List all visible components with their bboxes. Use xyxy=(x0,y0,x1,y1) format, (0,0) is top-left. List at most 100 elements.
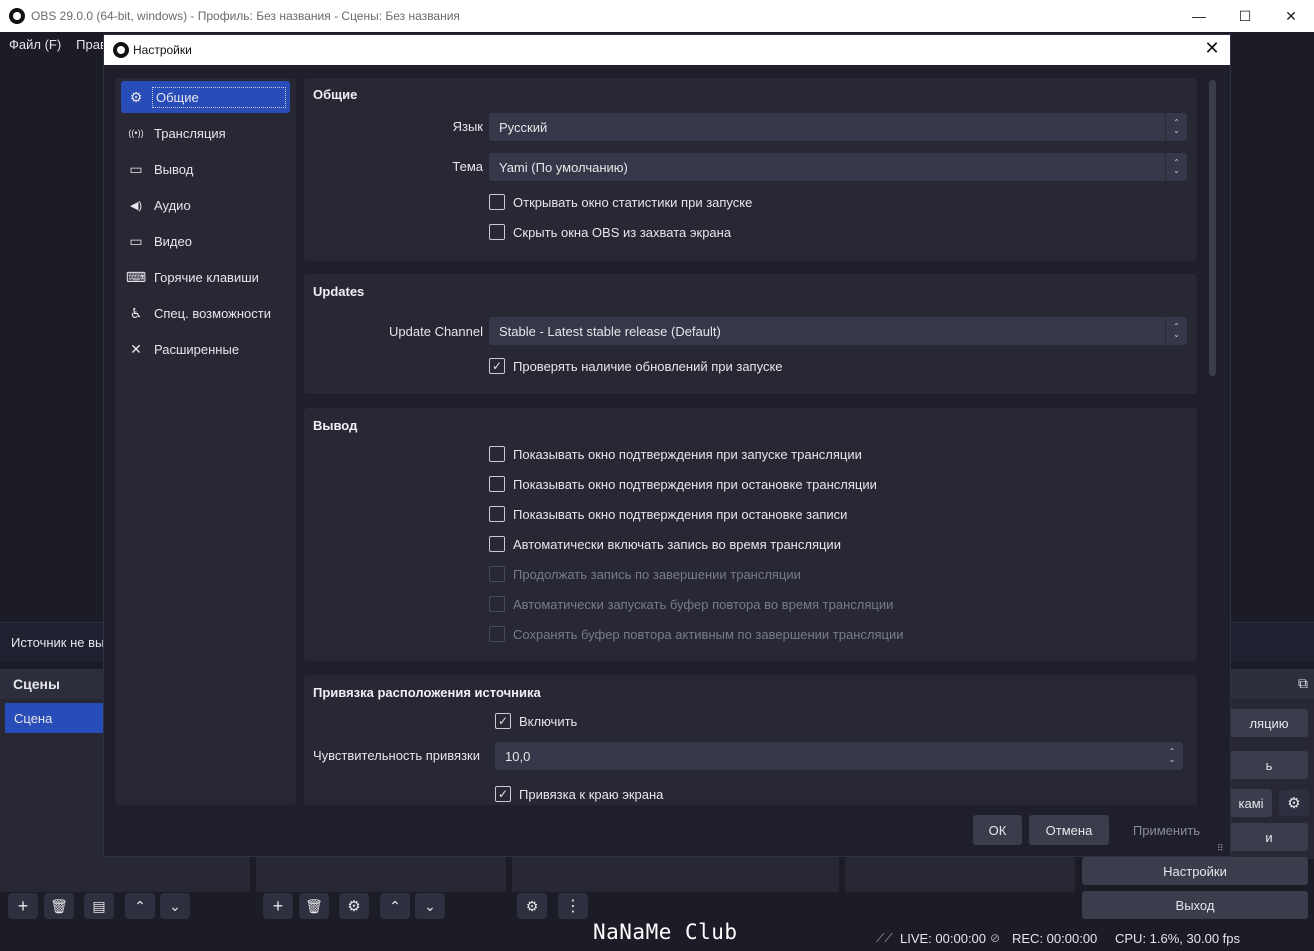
sidebar-item-video[interactable]: ▭ Видео xyxy=(121,225,290,257)
enable-snapping-checkbox[interactable]: ✓ Включить xyxy=(495,713,577,729)
dock-popout-icon[interactable]: ⧉ xyxy=(1298,675,1308,692)
exit-button[interactable]: Выход xyxy=(1082,891,1308,919)
sidebar-item-stream[interactable]: ((•)) Трансляция xyxy=(121,117,290,149)
keyboard-icon: ⌨ xyxy=(125,268,147,285)
sidebar-item-general[interactable]: ⚙ Общие xyxy=(121,81,290,113)
menu-edit[interactable]: Прав xyxy=(76,37,107,52)
checkmark-icon: ✓ xyxy=(489,358,505,374)
chevron-updown-icon: ⌃ ⌄ xyxy=(1165,153,1187,181)
controls-dock-header: ⧉ xyxy=(1230,669,1314,699)
cancel-button[interactable]: Отмена xyxy=(1029,815,1109,845)
update-channel-value: Stable - Latest stable release (Default) xyxy=(499,323,721,339)
ok-button[interactable]: ОК xyxy=(973,815,1022,845)
move-source-down-icon[interactable]: ⌄ xyxy=(415,893,445,919)
sidebar-item-output[interactable]: ▭ Вывод xyxy=(121,153,290,185)
scrollbar-thumb[interactable] xyxy=(1209,80,1216,376)
menu-file[interactable]: Файл (F) xyxy=(9,37,61,52)
close-button[interactable]: ✕ xyxy=(1268,0,1314,32)
checkmark-icon: ✓ xyxy=(495,786,511,802)
sidebar-item-label: Горячие клавиши xyxy=(154,269,259,285)
auto-record-when-streaming-checkbox[interactable]: Автоматически включать запись во время т… xyxy=(489,536,841,552)
studio-mode-button[interactable]: и xyxy=(1230,823,1308,851)
add-source-icon[interactable]: + xyxy=(263,893,293,919)
sidebar-item-accessibility[interactable]: ♿ Спец. возможности xyxy=(121,297,290,329)
theme-value: Yami (По умолчанию) xyxy=(499,159,628,175)
rec-icon: ⊘ xyxy=(990,931,1001,945)
accessibility-icon: ♿ xyxy=(129,304,143,321)
source-properties-icon[interactable]: ⚙ xyxy=(339,893,369,919)
confirm-start-stream-checkbox[interactable]: Показывать окно подтверждения при запуск… xyxy=(489,446,862,462)
chevron-updown-icon: ⌃ ⌄ xyxy=(1165,113,1187,141)
checkbox-label: Показывать окно подтверждения при запуск… xyxy=(513,446,862,462)
obs-logo-icon xyxy=(113,42,129,58)
sidebar-item-label: Спец. возможности xyxy=(154,305,271,321)
resize-grip-icon[interactable]: ⠿ xyxy=(1217,843,1227,853)
theme-label: Тема xyxy=(452,159,483,174)
scene-list-item[interactable]: Сцена xyxy=(5,703,103,733)
start-recording-button[interactable]: ь xyxy=(1230,751,1308,779)
theme-select[interactable]: Yami (По умолчанию) ⌃ ⌄ xyxy=(489,153,1187,181)
spin-arrows-icon[interactable]: ⌃ ⌄ xyxy=(1161,742,1183,770)
sidebar-item-advanced[interactable]: ✕ Расширенные xyxy=(121,333,290,365)
language-select[interactable]: Русский ⌃ ⌄ xyxy=(489,113,1187,141)
gear-icon: ⚙ xyxy=(129,88,143,105)
apply-button[interactable]: Применить xyxy=(1116,815,1217,845)
snapping-group: Привязка расположения источника ✓ Включи… xyxy=(304,675,1197,805)
check-updates-on-startup-checkbox[interactable]: ✓ Проверять наличие обновлений при запус… xyxy=(489,358,783,374)
sources-dock xyxy=(256,856,506,892)
settings-content: Общие Язык Русский ⌃ ⌄ Тема Yami (По умол… xyxy=(304,78,1197,805)
dialog-titlebar: Настройки ✕ xyxy=(104,35,1230,65)
remove-source-icon[interactable]: 🗑 xyxy=(299,893,329,919)
maximize-button[interactable]: ☐ xyxy=(1222,0,1268,32)
update-channel-label: Update Channel xyxy=(389,324,483,339)
main-window-title: OBS 29.0.0 (64-bit, windows) - Профиль: … xyxy=(31,9,460,23)
checkbox-label: Показывать окно подтверждения при остано… xyxy=(513,476,877,492)
move-source-up-icon[interactable]: ⌃ xyxy=(380,893,410,919)
no-source-label: Источник не вы xyxy=(11,635,105,650)
checkbox-box xyxy=(489,446,505,462)
move-scene-down-icon[interactable]: ⌄ xyxy=(160,893,190,919)
confirm-stop-stream-checkbox[interactable]: Показывать окно подтверждения при остано… xyxy=(489,476,877,492)
chevron-updown-icon: ⌃ ⌄ xyxy=(1165,317,1187,345)
confirm-stop-record-checkbox[interactable]: Показывать окно подтверждения при остано… xyxy=(489,506,847,522)
settings-button[interactable]: Настройки xyxy=(1082,857,1308,885)
mixer-menu-icon[interactable]: ⋮ xyxy=(558,893,588,919)
advanced-audio-icon[interactable]: ⚙ xyxy=(517,893,547,919)
add-scene-icon[interactable]: + xyxy=(8,893,38,919)
output-group-title: Вывод xyxy=(313,418,358,433)
update-channel-select[interactable]: Stable - Latest stable release (Default)… xyxy=(489,317,1187,345)
snap-sensitivity-value: 10,0 xyxy=(505,748,531,764)
updates-group: Updates Update Channel Stable - Latest s… xyxy=(304,274,1197,394)
checkbox-label: Продолжать запись по завершении трансляц… xyxy=(513,566,801,582)
rec-timer: REC: 00:00:00 xyxy=(1012,931,1098,946)
checkbox-label: Сохранять буфер повтора активным по заве… xyxy=(513,626,904,642)
hide-from-capture-checkbox[interactable]: Скрыть окна OBS из захвата экрана xyxy=(489,224,731,240)
sidebar-item-hotkeys[interactable]: ⌨ Горячие клавиши xyxy=(121,261,290,293)
snap-to-screen-edge-checkbox[interactable]: ✓ Привязка к краю экрана xyxy=(495,786,663,802)
checkbox-label: Скрыть окна OBS из захвата экрана xyxy=(513,224,732,240)
minimize-button[interactable]: — xyxy=(1176,0,1222,32)
sidebar-item-audio[interactable]: ◀) Аудио xyxy=(121,189,290,221)
snapping-group-title: Привязка расположения источника xyxy=(313,685,541,700)
open-stats-on-startup-checkbox[interactable]: Открывать окно статистики при запуске xyxy=(489,194,752,210)
transitions-dock xyxy=(845,856,1075,892)
dialog-close-button[interactable]: ✕ xyxy=(1202,38,1222,59)
scenes-dock-header: Сцены xyxy=(0,669,103,699)
move-scene-up-icon[interactable]: ⌃ xyxy=(125,893,155,919)
virtual-camera-settings-icon[interactable]: ⚙ xyxy=(1279,790,1309,816)
virtual-camera-button[interactable]: камі xyxy=(1230,789,1272,817)
keep-replay-buffer-checkbox: Сохранять буфер повтора активным по заве… xyxy=(489,626,903,642)
live-timer: LIVE: 00:00:00 xyxy=(900,931,987,946)
checkbox-box xyxy=(489,194,505,210)
start-streaming-button[interactable]: ляцию xyxy=(1230,709,1308,737)
mixer-dock xyxy=(512,856,839,892)
cpu-status: CPU: 1.6%, 30.00 fps xyxy=(1115,931,1241,946)
checkbox-box xyxy=(489,476,505,492)
settings-scrollbar[interactable] xyxy=(1207,78,1217,805)
sidebar-item-label: Вывод xyxy=(154,161,194,177)
scene-filters-icon[interactable]: ▤ xyxy=(84,893,114,919)
checkbox-box xyxy=(489,596,505,612)
snap-sensitivity-spinbox[interactable]: 10,0 ⌃ ⌄ xyxy=(495,742,1183,770)
checkbox-box xyxy=(489,626,505,642)
remove-scene-icon[interactable]: 🗑 xyxy=(44,893,74,919)
